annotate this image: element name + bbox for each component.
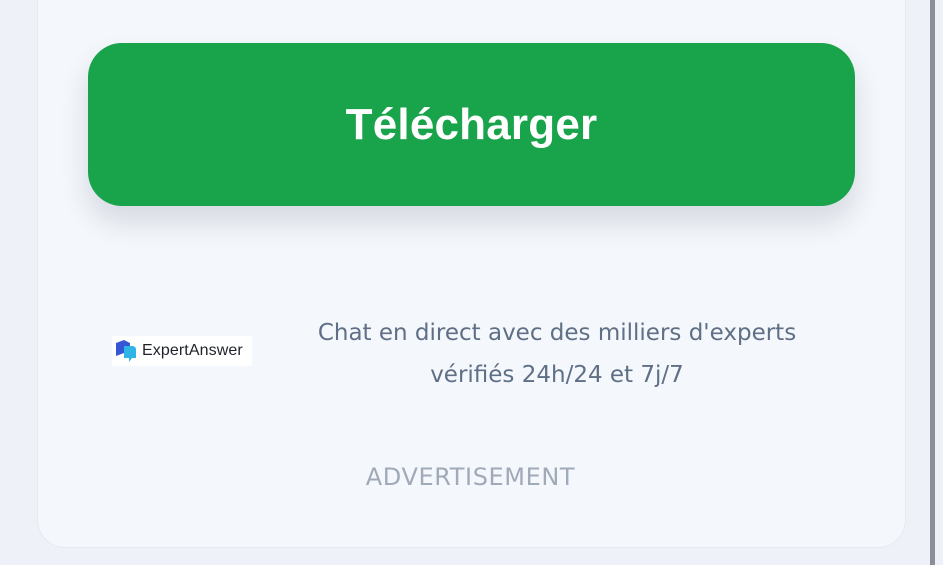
scrollbar-thumb[interactable]: [930, 0, 935, 565]
download-button[interactable]: Télécharger: [88, 43, 855, 206]
advertisement-text[interactable]: Chat en direct avec des milliers d'exper…: [290, 312, 824, 396]
advertisement-label: ADVERTISEMENT: [365, 463, 576, 491]
expertanswer-logo[interactable]: ExpertAnswer: [112, 336, 252, 366]
download-button-label: Télécharger: [345, 99, 598, 149]
expertanswer-logo-icon: [116, 340, 136, 362]
expertanswer-logo-text: ExpertAnswer: [142, 342, 243, 359]
